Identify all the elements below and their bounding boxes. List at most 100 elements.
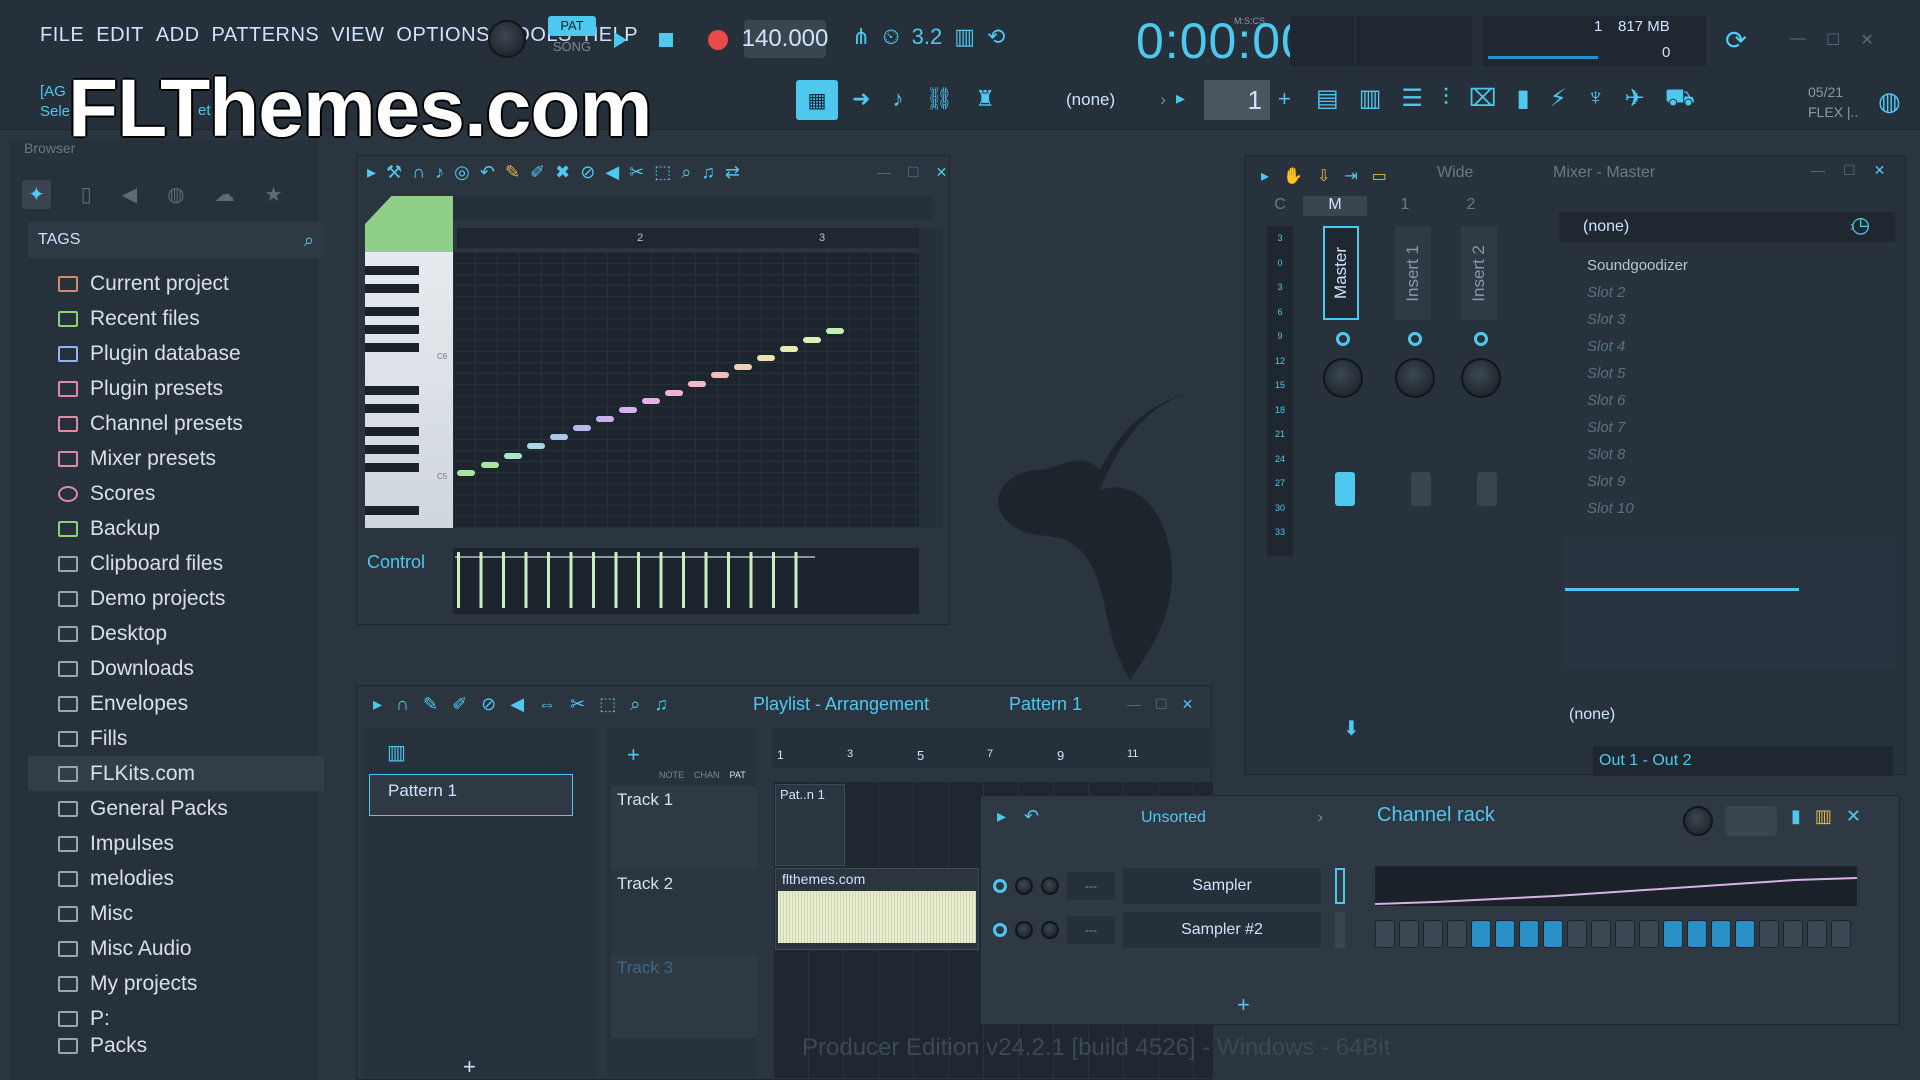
browser-item-fills[interactable]: Fills	[28, 721, 324, 756]
piano-roll-overview[interactable]	[453, 196, 933, 220]
browser-item-backup[interactable]: Backup	[28, 511, 324, 546]
channel-volume-knob[interactable]	[1015, 921, 1033, 939]
playlist-pattern-crumb[interactable]: Pattern 1	[1009, 694, 1082, 715]
maximize-icon[interactable]: ☐	[1826, 30, 1840, 50]
channel-name-button[interactable]: Sampler #2	[1123, 912, 1321, 948]
pan-knob[interactable]	[1395, 358, 1435, 398]
channel-led[interactable]	[993, 879, 1007, 893]
note[interactable]	[619, 407, 637, 413]
fx-slot[interactable]: Slot 9	[1559, 468, 1895, 495]
strip-enable-led[interactable]	[1408, 332, 1422, 346]
loop-record-icon[interactable]: ⟲	[987, 24, 1005, 50]
browser-item-general-packs[interactable]: General Packs	[28, 791, 324, 826]
piano-roll-timeline[interactable]: 2 3	[457, 228, 919, 248]
pencil-icon[interactable]: ✎	[505, 162, 520, 183]
fx-slot[interactable]: Slot 5	[1559, 360, 1895, 387]
play-button[interactable]	[600, 20, 640, 60]
minimize-icon[interactable]: —	[877, 164, 891, 181]
glide-icon[interactable]: ♪	[892, 86, 903, 112]
browser-item-desktop[interactable]: Desktop	[28, 616, 324, 651]
step-edit-icon[interactable]: ▥	[954, 24, 975, 50]
refresh-button[interactable]: ⟳	[1716, 20, 1756, 60]
browser-item-clipboard[interactable]: Clipboard files	[28, 546, 324, 581]
undo-icon[interactable]: ↶	[480, 162, 495, 183]
eq-display[interactable]	[1563, 538, 1895, 668]
menu-edit[interactable]: EDIT	[96, 24, 144, 56]
playback-icon[interactable]: ♫	[654, 694, 668, 715]
step-button[interactable]	[1423, 920, 1443, 948]
pattern-clip[interactable]: Pat..n 1	[775, 784, 845, 866]
pat-song-toggle[interactable]: PAT SONG	[548, 16, 596, 60]
step-button[interactable]	[1375, 920, 1395, 948]
velocity-lane[interactable]	[453, 548, 919, 614]
step-button[interactable]	[1543, 920, 1563, 948]
minimize-icon[interactable]: —	[1790, 30, 1806, 50]
menu-patterns[interactable]: PATTERNS	[212, 24, 320, 56]
file-filter-icon[interactable]: ▯	[81, 182, 92, 207]
close-icon[interactable]: ✕	[936, 164, 948, 181]
step-button[interactable]	[1567, 920, 1587, 948]
step-button[interactable]	[1447, 920, 1467, 948]
browser-item-downloads[interactable]: Downloads	[28, 651, 324, 686]
fx-slot[interactable]: Slot 10	[1559, 495, 1895, 522]
playlist-icon[interactable]: ▤	[1316, 84, 1339, 114]
brush-icon[interactable]: ✐	[452, 694, 467, 715]
play-icon[interactable]: ▸	[367, 162, 376, 183]
volume-fader[interactable]	[1411, 472, 1431, 506]
metronome-icon[interactable]: ⋔	[852, 24, 870, 50]
play-icon[interactable]: ▸	[997, 806, 1006, 827]
mute-tool-icon[interactable]: ◀	[605, 162, 619, 183]
strip-enable-led[interactable]	[1336, 332, 1350, 346]
step-button[interactable]	[1519, 920, 1539, 948]
browser-item-plugin-presets[interactable]: Plugin presets	[28, 371, 324, 406]
pencil-icon[interactable]: ✎	[423, 694, 438, 715]
browser-icon[interactable]: ⌧	[1469, 84, 1497, 114]
swing-knob[interactable]	[1683, 806, 1713, 836]
note-icon[interactable]: ♪	[435, 162, 444, 183]
fx-slot[interactable]: Slot 7	[1559, 414, 1895, 441]
close-icon[interactable]: ✕	[1846, 806, 1861, 827]
slip-icon[interactable]: ⇔	[538, 694, 556, 715]
browser-item-packs[interactable]: Packs	[28, 1036, 324, 1056]
piano-keyboard[interactable]: C6 C5	[365, 252, 453, 528]
maximize-icon[interactable]: ☐	[907, 164, 920, 181]
browser-item-p-drive[interactable]: P:	[28, 1001, 324, 1036]
undo-icon[interactable]: ↶	[1024, 806, 1039, 827]
step-button[interactable]	[1759, 920, 1779, 948]
stamp-icon[interactable]: ◎	[454, 162, 470, 183]
browser-item-impulses[interactable]: Impulses	[28, 826, 324, 861]
add-track-button[interactable]: +	[627, 742, 640, 768]
plugin-icon[interactable]: ⚡	[1550, 84, 1567, 114]
note[interactable]	[780, 346, 798, 352]
browser-item-channel-presets[interactable]: Channel presets	[28, 406, 324, 441]
select-icon[interactable]: ⬚	[599, 694, 616, 715]
browser-item-demo-projects[interactable]: Demo projects	[28, 581, 324, 616]
group-filter[interactable]: Unsorted ›	[1135, 804, 1329, 832]
note-grid[interactable]	[453, 252, 919, 528]
note[interactable]	[527, 443, 545, 449]
mixer-strip-insert-2[interactable]: Insert 2	[1461, 226, 1501, 746]
select-icon[interactable]: ⬚	[654, 162, 671, 183]
fx-slot[interactable]: Slot 4	[1559, 333, 1895, 360]
scroll-icon[interactable]: ⇄	[725, 162, 740, 183]
mute-icon[interactable]: ◀	[510, 694, 524, 715]
browser-item-melodies[interactable]: melodies	[28, 861, 324, 896]
cursor-icon[interactable]: ✈	[1625, 84, 1645, 114]
output-selector[interactable]: Out 1 - Out 2	[1593, 746, 1893, 776]
delete-icon[interactable]: ✖	[555, 162, 570, 183]
note[interactable]	[757, 355, 775, 361]
fx-preset-selector[interactable]: (none) ›	[1559, 212, 1895, 242]
vertical-scrollbar[interactable]	[919, 228, 943, 528]
fx-slot[interactable]: Slot 2	[1559, 279, 1895, 306]
note[interactable]	[481, 462, 499, 468]
brush-icon[interactable]: ✐	[530, 162, 545, 183]
channel-led[interactable]	[993, 923, 1007, 937]
note[interactable]	[826, 328, 844, 334]
note[interactable]	[665, 390, 683, 396]
menu-options[interactable]: OPTIONS	[396, 24, 490, 56]
pattern-view-icon[interactable]: ▥	[387, 740, 406, 765]
step-button[interactable]	[1831, 920, 1851, 948]
all-filter-icon[interactable]: ✦	[22, 179, 51, 209]
track-header-3[interactable]: Track 3	[611, 954, 757, 1038]
step-button[interactable]	[1495, 920, 1515, 948]
